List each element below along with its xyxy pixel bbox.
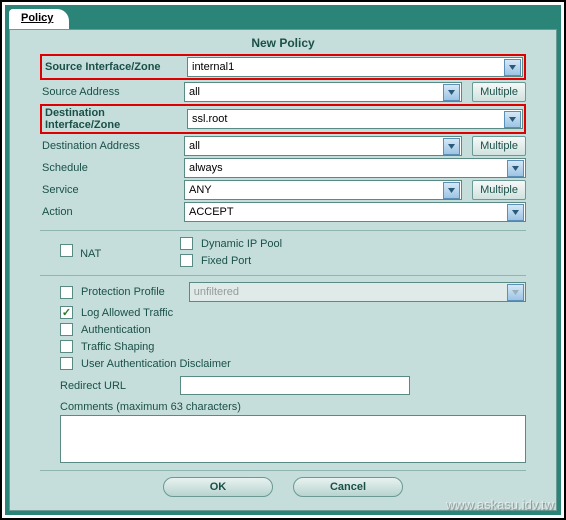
multiple-button-service[interactable]: Multiple xyxy=(472,180,526,200)
label-protection-profile: Protection Profile xyxy=(81,286,165,298)
label-source-interface: Source Interface/Zone xyxy=(43,61,183,73)
label-user-auth-disclaimer: User Authentication Disclaimer xyxy=(81,358,231,370)
label-service: Service xyxy=(40,184,180,196)
label-comments: Comments (maximum 63 characters) xyxy=(40,401,526,413)
chevron-down-icon xyxy=(507,204,524,221)
chevron-down-icon xyxy=(507,284,524,301)
textarea-comments[interactable] xyxy=(60,415,526,463)
label-redirect-url: Redirect URL xyxy=(40,380,180,392)
tab-policy[interactable]: Policy xyxy=(9,9,69,29)
panel-title: New Policy xyxy=(40,32,526,54)
label-authentication: Authentication xyxy=(81,324,151,336)
select-dest-interface[interactable]: ssl.root xyxy=(187,109,523,129)
chevron-down-icon xyxy=(504,111,521,128)
checkbox-dynamic-ip[interactable] xyxy=(180,237,193,250)
multiple-button-dst-addr[interactable]: Multiple xyxy=(472,136,526,156)
checkbox-log-allowed[interactable] xyxy=(60,306,73,319)
chevron-down-icon xyxy=(504,59,521,76)
multiple-button-src-addr[interactable]: Multiple xyxy=(472,82,526,102)
select-schedule[interactable]: always xyxy=(184,158,526,178)
checkbox-user-auth-disclaimer[interactable] xyxy=(60,357,73,370)
label-nat: NAT xyxy=(80,248,101,260)
label-traffic-shaping: Traffic Shaping xyxy=(81,341,154,353)
checkbox-nat[interactable] xyxy=(60,244,73,257)
label-dest-interface: Destination Interface/Zone xyxy=(43,107,183,131)
cancel-button[interactable]: Cancel xyxy=(293,477,403,497)
label-dynamic-ip: Dynamic IP Pool xyxy=(201,238,282,250)
chevron-down-icon xyxy=(443,182,460,199)
chevron-down-icon xyxy=(443,84,460,101)
select-source-interface[interactable]: internal1 xyxy=(187,57,523,77)
checkbox-authentication[interactable] xyxy=(60,323,73,336)
select-protection-profile: unfiltered xyxy=(189,282,526,302)
select-source-address[interactable]: all xyxy=(184,82,462,102)
checkbox-protection-profile[interactable] xyxy=(60,286,73,299)
checkbox-traffic-shaping[interactable] xyxy=(60,340,73,353)
chevron-down-icon xyxy=(443,138,460,155)
label-action: Action xyxy=(40,206,180,218)
chevron-down-icon xyxy=(507,160,524,177)
input-redirect-url[interactable] xyxy=(180,376,410,395)
label-log-allowed: Log Allowed Traffic xyxy=(81,307,173,319)
label-source-address: Source Address xyxy=(40,86,180,98)
select-service[interactable]: ANY xyxy=(184,180,462,200)
label-fixed-port: Fixed Port xyxy=(201,255,251,267)
checkbox-fixed-port[interactable] xyxy=(180,254,193,267)
select-dest-address[interactable]: all xyxy=(184,136,462,156)
label-schedule: Schedule xyxy=(40,162,180,174)
label-dest-address: Destination Address xyxy=(40,140,180,152)
select-action[interactable]: ACCEPT xyxy=(184,202,526,222)
ok-button[interactable]: OK xyxy=(163,477,273,497)
